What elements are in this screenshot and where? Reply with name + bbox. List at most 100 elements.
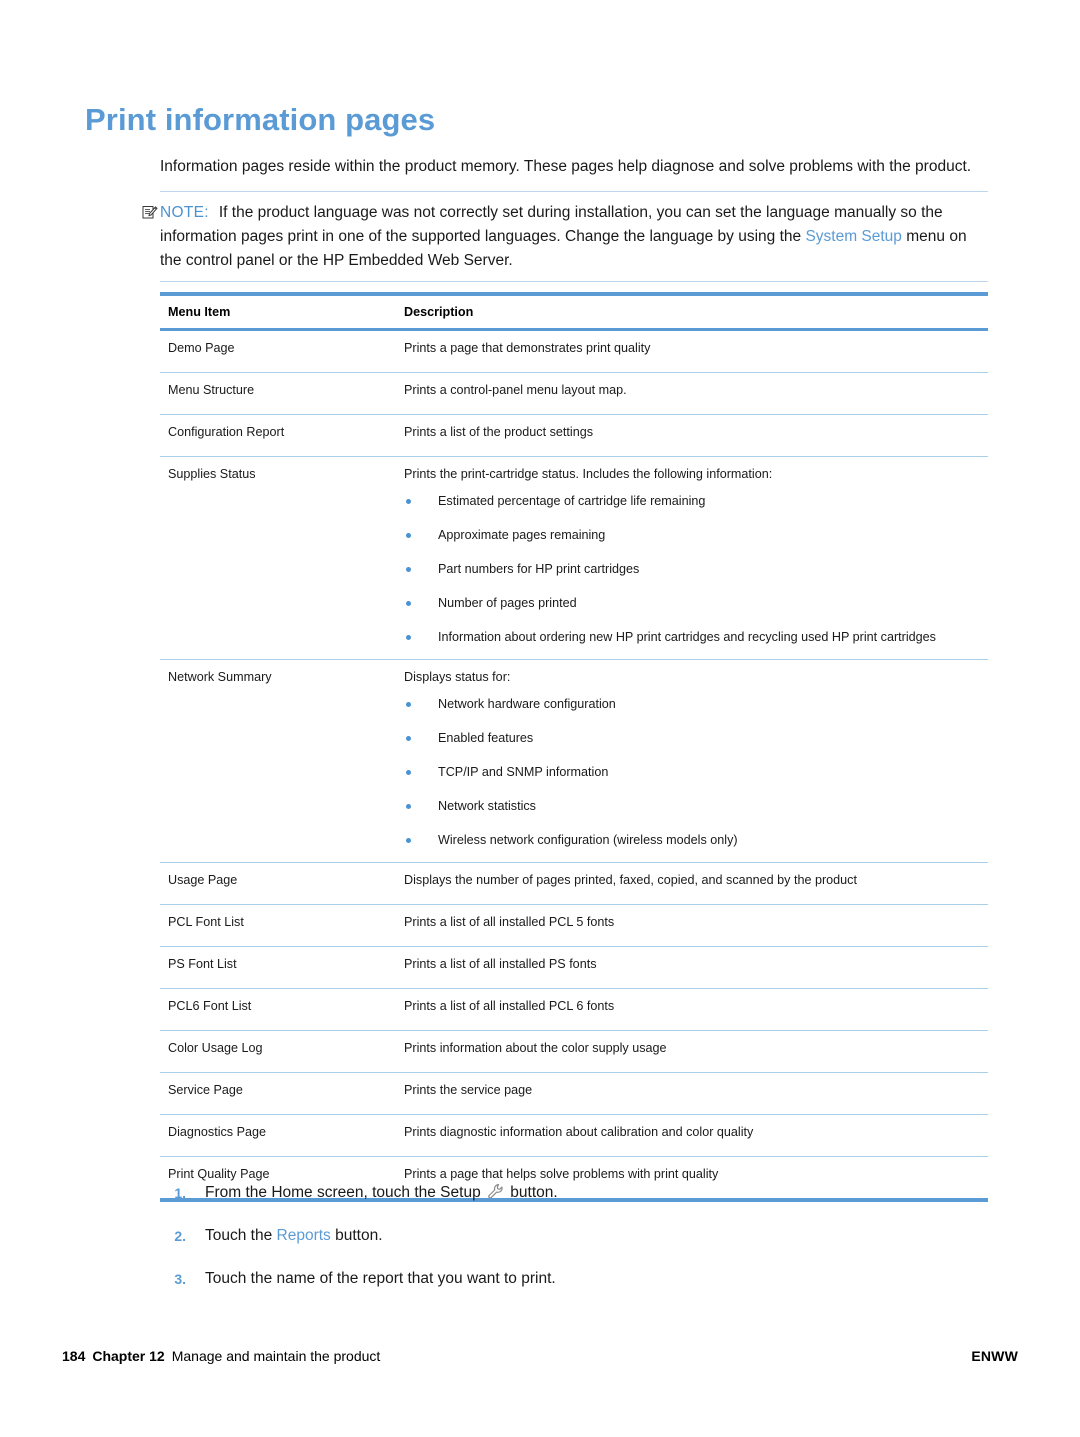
bullet-icon bbox=[406, 770, 411, 775]
description-text: Prints a page that demonstrates print qu… bbox=[404, 341, 651, 355]
step-3-text-part1: Touch the name of the report that you wa… bbox=[205, 1270, 556, 1287]
list-item-label: Number of pages printed bbox=[438, 596, 577, 610]
table-cell-menu-item[interactable]: Supplies Status bbox=[160, 456, 396, 660]
step-1-text-part1: From the Home screen, touch the Setup bbox=[205, 1184, 485, 1201]
list-item-label: Network hardware configuration bbox=[438, 697, 616, 711]
table-cell-menu-item[interactable]: PCL Font List bbox=[160, 904, 396, 947]
table-cell-description: Displays status for: Network hardware con… bbox=[396, 659, 988, 863]
list-item: Enabled features bbox=[404, 730, 982, 747]
step-2: 2. Touch the Reports button. bbox=[160, 1225, 988, 1247]
bullet-icon bbox=[406, 533, 411, 538]
description-text: Prints a page that helps solve problems … bbox=[404, 1167, 719, 1181]
list-item-label: TCP/IP and SNMP information bbox=[438, 765, 609, 779]
footer-left: 184 Chapter 12 Manage and maintain the pro… bbox=[62, 1348, 380, 1364]
column-header-menu-item: Menu Item bbox=[160, 294, 396, 331]
table-row: PCL6 Font List Prints a list of all insta… bbox=[160, 988, 988, 1031]
table-row: Color Usage Log Prints information about … bbox=[160, 1030, 988, 1073]
list-item-label: Part numbers for HP print cartridges bbox=[438, 562, 640, 576]
table-row: Usage Page Displays the number of pages p… bbox=[160, 862, 988, 905]
table-cell-menu-item[interactable]: PCL6 Font List bbox=[160, 988, 396, 1031]
bullet-icon bbox=[406, 804, 411, 809]
description-text: Prints a control-panel menu layout map. bbox=[404, 383, 627, 397]
bullet-icon bbox=[406, 736, 411, 741]
table-row: Demo Page Prints a page that demonstrates… bbox=[160, 329, 988, 373]
table-row: Service Page Prints the service page bbox=[160, 1072, 988, 1115]
list-item: Approximate pages remaining bbox=[404, 527, 982, 544]
list-item-label: Information about ordering new HP print … bbox=[438, 630, 936, 644]
list-item: Part numbers for HP print cartridges bbox=[404, 561, 982, 578]
list-item-label: Enabled features bbox=[438, 731, 534, 745]
table-cell-description: Prints a list of all installed PS fonts bbox=[396, 946, 988, 989]
information-pages-table: Menu Item Description Demo Page Prints a … bbox=[160, 292, 988, 1202]
table-cell-description: Prints the print-cartridge status. Inclu… bbox=[396, 456, 988, 660]
list-item: Estimated percentage of cartridge life r… bbox=[404, 493, 982, 510]
description-bullet-list: Network hardware configuration Enabled fe… bbox=[404, 696, 982, 849]
table-row: PS Font List Prints a list of all install… bbox=[160, 946, 988, 989]
table-cell-menu-item[interactable]: Demo Page bbox=[160, 329, 396, 373]
table-cell-description: Prints information about the color suppl… bbox=[396, 1030, 988, 1073]
table-cell-description: Displays the number of pages printed, fa… bbox=[396, 862, 988, 905]
list-item: Number of pages printed bbox=[404, 595, 982, 612]
table-cell-description: Prints a list of all installed PCL 5 fon… bbox=[396, 904, 988, 947]
footer-chapter: Chapter 12 bbox=[92, 1348, 165, 1364]
bullet-icon bbox=[406, 601, 411, 606]
table-cell-menu-item[interactable]: PS Font List bbox=[160, 946, 396, 989]
step-2-text-part2: button. bbox=[330, 1227, 383, 1244]
table-cell-menu-item[interactable]: Network Summary bbox=[160, 659, 396, 863]
table-row: Supplies Status Prints the print-cartridg… bbox=[160, 456, 988, 660]
table-row: Menu Structure Prints a control-panel men… bbox=[160, 372, 988, 415]
step-1: 1. From the Home screen, touch the Setup … bbox=[160, 1182, 988, 1204]
note-link-system-setup[interactable]: System Setup bbox=[805, 228, 902, 245]
table-header-row: Menu Item Description bbox=[160, 294, 988, 331]
table-row: Configuration Report Prints a list of the… bbox=[160, 414, 988, 457]
step-2-number: 2. bbox=[174, 1228, 186, 1244]
table-cell-description: Prints a control-panel menu layout map. bbox=[396, 372, 988, 415]
list-item: TCP/IP and SNMP information bbox=[404, 764, 982, 781]
body-column: Information pages reside within the prod… bbox=[142, 155, 988, 1202]
table-cell-menu-item[interactable]: Color Usage Log bbox=[160, 1030, 396, 1073]
table-cell-description: Prints a list of all installed PCL 6 fon… bbox=[396, 988, 988, 1031]
procedure-steps: 1. From the Home screen, touch the Setup … bbox=[160, 1182, 988, 1311]
note-callout: NOTE: If the product language was not cor… bbox=[142, 191, 988, 282]
footer-chapter-title: Manage and maintain the product bbox=[171, 1348, 381, 1364]
page-title: Print information pages bbox=[85, 102, 436, 137]
step-3: 3. Touch the name of the report that you … bbox=[160, 1268, 988, 1290]
table-cell-menu-item[interactable]: Service Page bbox=[160, 1072, 396, 1115]
step-2-text-part1: Touch the bbox=[205, 1227, 277, 1244]
column-header-description: Description bbox=[396, 294, 988, 331]
step-1-number: 1. bbox=[174, 1185, 186, 1201]
step-2-link-reports[interactable]: Reports bbox=[277, 1227, 331, 1244]
bullet-icon bbox=[406, 702, 411, 707]
step-1-text-part2: button. bbox=[506, 1184, 558, 1201]
bullet-icon bbox=[406, 499, 411, 504]
table-cell-menu-item[interactable]: Configuration Report bbox=[160, 414, 396, 457]
footer-locale: ENWW bbox=[971, 1348, 1018, 1364]
description-text: Prints the service page bbox=[404, 1083, 533, 1097]
footer-page-number: 184 bbox=[62, 1348, 86, 1364]
table-cell-description: Prints a page that demonstrates print qu… bbox=[396, 329, 988, 373]
list-item: Information about ordering new HP print … bbox=[404, 629, 982, 646]
description-text: Displays status for: bbox=[404, 670, 511, 684]
table-row: Diagnostics Page Prints diagnostic inform… bbox=[160, 1114, 988, 1157]
table-cell-description: Prints diagnostic information about cali… bbox=[396, 1114, 988, 1157]
table-cell-menu-item[interactable]: Diagnostics Page bbox=[160, 1114, 396, 1157]
table-cell-menu-item[interactable]: Usage Page bbox=[160, 862, 396, 905]
bullet-icon bbox=[406, 838, 411, 843]
description-text: Prints a list of the product settings bbox=[404, 425, 593, 439]
table-body: Demo Page Prints a page that demonstrates… bbox=[160, 329, 988, 1201]
table-cell-menu-item[interactable]: Menu Structure bbox=[160, 372, 396, 415]
bullet-icon bbox=[406, 635, 411, 640]
intro-paragraph: Information pages reside within the prod… bbox=[160, 158, 972, 175]
list-item: Network statistics bbox=[404, 798, 982, 815]
description-text: Prints information about the color suppl… bbox=[404, 1041, 667, 1055]
list-item-label: Network statistics bbox=[438, 799, 536, 813]
description-text: Prints diagnostic information about cali… bbox=[404, 1125, 754, 1139]
bullet-icon bbox=[406, 567, 411, 572]
description-text: Prints the print-cartridge status. Inclu… bbox=[404, 467, 773, 481]
list-item-label: Estimated percentage of cartridge life r… bbox=[438, 494, 706, 508]
wrench-icon bbox=[487, 1183, 504, 1200]
description-bullet-list: Estimated percentage of cartridge life r… bbox=[404, 493, 982, 646]
document-page: Print information pages Information page… bbox=[0, 0, 1080, 1437]
description-text: Displays the number of pages printed, fa… bbox=[404, 873, 857, 887]
step-3-number: 3. bbox=[174, 1271, 186, 1287]
